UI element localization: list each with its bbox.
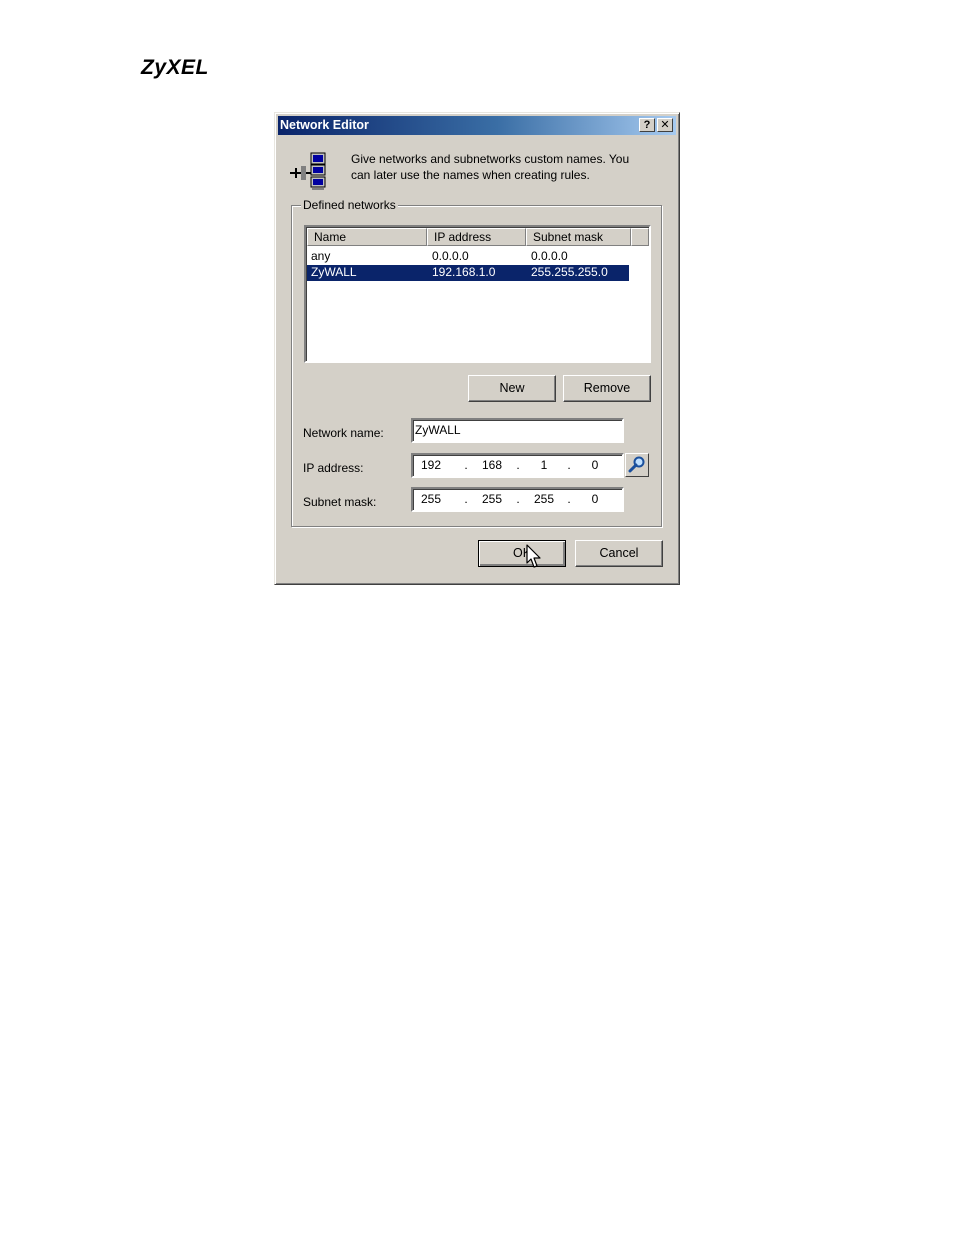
intro-text: Give networks and subnetworks custom nam… — [351, 152, 661, 183]
row-ip: 0.0.0.0 — [432, 249, 469, 263]
column-header-mask[interactable]: Subnet mask — [526, 228, 631, 246]
ip-dot: . — [516, 458, 520, 472]
list-row-zywall[interactable]: ZyWALL 192.168.1.0 255.255.255.0 — [307, 265, 629, 281]
network-computers-icon — [290, 152, 326, 190]
row-ip: 192.168.1.0 — [432, 265, 496, 279]
ip-address-field[interactable]: 192 . 168 . 1 . 0 — [411, 453, 624, 478]
mouse-pointer-icon — [526, 544, 541, 568]
network-editor-dialog: Network Editor ? ✕ Give networks and sub… — [274, 112, 680, 585]
network-name-input[interactable]: ZyWALL — [411, 418, 624, 443]
network-name-label: Network name: — [303, 426, 384, 440]
cancel-button[interactable]: Cancel — [575, 540, 663, 567]
subnet-mask-label: Subnet mask: — [303, 495, 377, 509]
help-button[interactable]: ? — [639, 118, 655, 132]
row-mask: 0.0.0.0 — [531, 249, 568, 263]
row-name: ZyWALL — [311, 265, 357, 279]
column-header-ip[interactable]: IP address — [427, 228, 526, 246]
new-button[interactable]: New — [468, 375, 556, 402]
ok-button[interactable]: OK — [478, 540, 566, 567]
mask-octet-2: 255 — [481, 492, 503, 506]
ip-dot: . — [464, 458, 468, 472]
close-button[interactable]: ✕ — [657, 118, 673, 132]
mask-dot: . — [464, 492, 468, 506]
ip-octet-3: 1 — [540, 458, 548, 472]
intro-line-1: Give networks and subnetworks custom nam… — [351, 152, 630, 166]
mask-octet-3: 255 — [533, 492, 555, 506]
lookup-button[interactable] — [625, 453, 649, 477]
defined-networks-group: Defined networks Name IP address Subnet … — [291, 198, 662, 527]
ip-octet-1: 192 — [420, 458, 442, 472]
mask-dot: . — [516, 492, 520, 506]
networks-list[interactable]: Name IP address Subnet mask any 0.0.0.0 … — [304, 225, 651, 363]
intro-line-2: can later use the names when creating ru… — [351, 167, 590, 182]
magnifier-icon — [628, 456, 645, 473]
dialog-title: Network Editor — [280, 118, 369, 132]
list-row-any[interactable]: any 0.0.0.0 0.0.0.0 — [307, 249, 629, 265]
group-label: Defined networks — [301, 198, 398, 212]
remove-button[interactable]: Remove — [563, 375, 651, 402]
mask-octet-1: 255 — [420, 492, 442, 506]
mask-octet-4: 0 — [591, 492, 599, 506]
ip-address-label: IP address: — [303, 461, 364, 475]
column-header-name[interactable]: Name — [307, 228, 427, 246]
row-mask: 255.255.255.0 — [531, 265, 608, 279]
title-bar[interactable]: Network Editor ? ✕ — [278, 116, 676, 135]
subnet-mask-field[interactable]: 255 . 255 . 255 . 0 — [411, 487, 624, 512]
zyxel-logo: ZyXEL — [141, 56, 209, 79]
column-header-filler — [631, 228, 649, 246]
ip-octet-2: 168 — [481, 458, 503, 472]
ip-dot: . — [567, 458, 571, 472]
mask-dot: . — [567, 492, 571, 506]
row-name: any — [311, 249, 331, 263]
close-icon: ✕ — [660, 119, 670, 131]
ip-octet-4: 0 — [591, 458, 599, 472]
